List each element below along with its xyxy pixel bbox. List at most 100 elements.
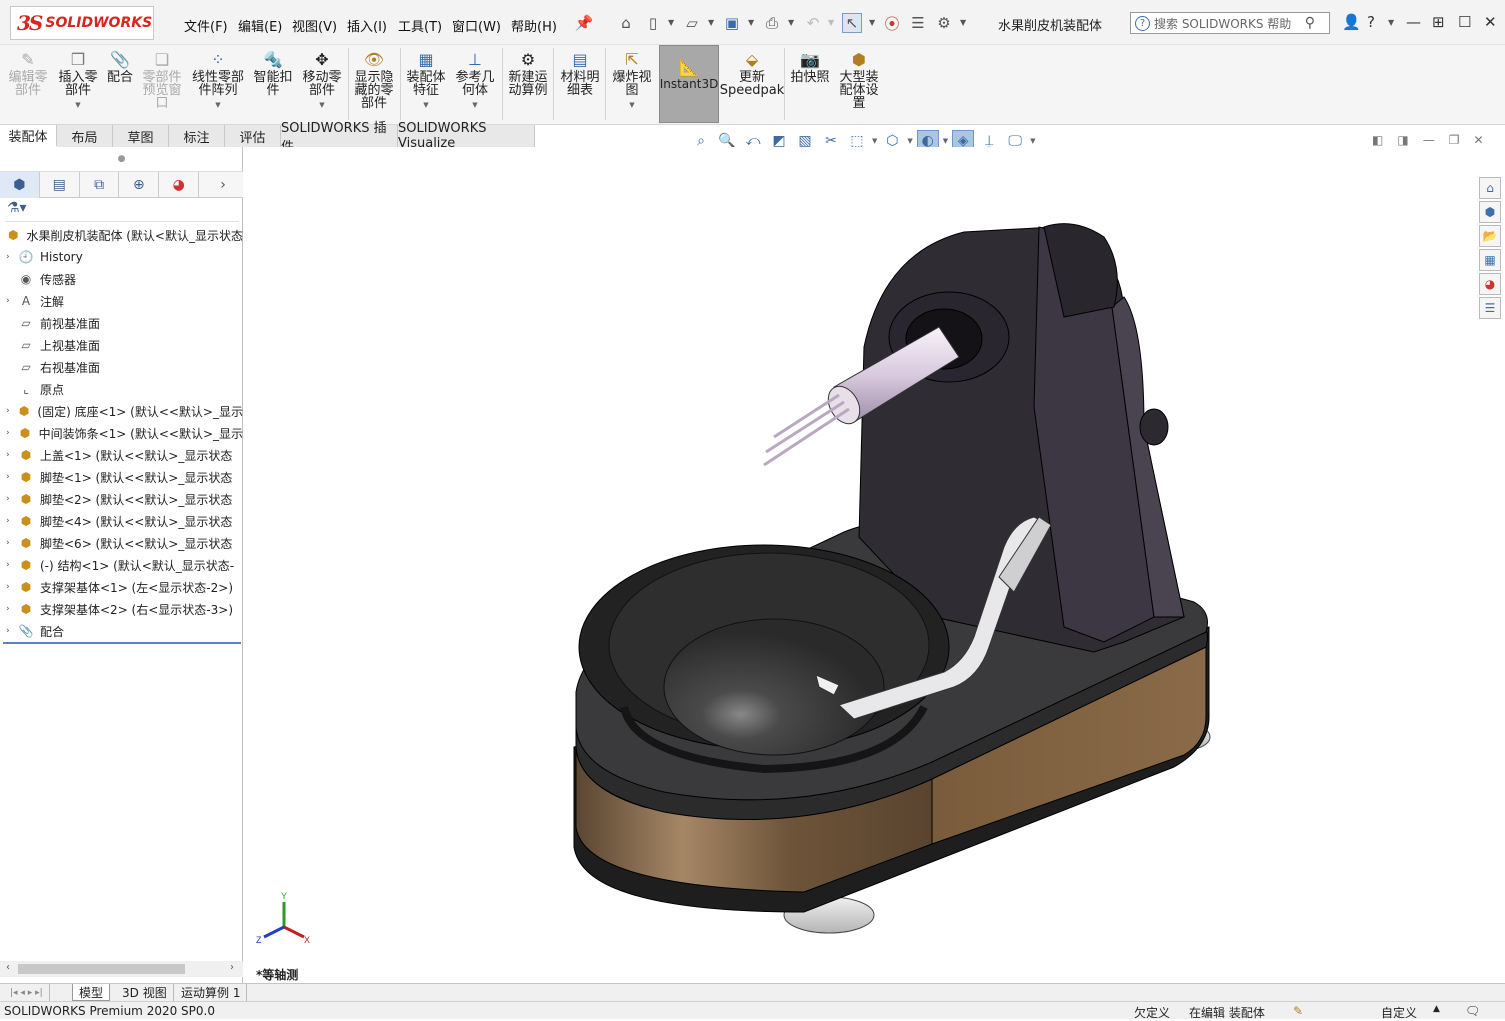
expand-chevron-icon[interactable]: ›	[6, 428, 17, 438]
chevron-down-icon[interactable]: ▼	[472, 99, 477, 112]
tab-markup[interactable]: 标注	[169, 125, 225, 147]
tab-model[interactable]: 模型	[72, 984, 111, 1001]
chevron-down-icon[interactable]: ▼	[1388, 18, 1394, 27]
large-assembly-settings-button[interactable]: ⬢ 大型装 配体设 置	[836, 48, 882, 110]
user-icon[interactable]: 👤	[1342, 13, 1361, 31]
chevron-down-icon[interactable]: ▼	[629, 99, 634, 112]
reference-geometry-button[interactable]: ⊥ 参考几 何体 ▼	[452, 48, 498, 112]
rebuild-traffic-light-icon[interactable]: ⦿	[882, 13, 902, 33]
display-manager-tab-icon[interactable]: ◕	[159, 172, 200, 198]
file-explorer-icon[interactable]: 📂	[1479, 225, 1501, 247]
chevron-down-icon[interactable]: ▼	[869, 18, 875, 27]
exploded-view-button[interactable]: ⇱ 爆炸视 图 ▼	[609, 48, 655, 112]
new-document-icon[interactable]: ▯	[643, 13, 663, 33]
tab-scroll-arrows-icon[interactable]: |◂ ◂ ▸ ▸|	[4, 984, 50, 1001]
rebuild-status-icon[interactable]: ✎	[1293, 1004, 1303, 1018]
tree-item[interactable]: › ⬢ 脚垫<1> (默认<<默认>_显示状态	[0, 466, 243, 488]
assembly-model-render[interactable]: Y X Z	[244, 147, 1505, 983]
feature-manager-tab-icon[interactable]: ⬢	[0, 172, 40, 198]
tab-assembly[interactable]: 装配体	[0, 125, 57, 147]
pin-icon[interactable]: 📌	[574, 13, 594, 33]
home-icon[interactable]: ⌂	[616, 13, 636, 33]
help-search-box[interactable]: ? 搜索 SOLIDWORKS 帮助 ⚲	[1130, 12, 1330, 34]
tree-item[interactable]: ⌞ 原点	[0, 378, 243, 400]
custom-properties-icon[interactable]: ☰	[1479, 297, 1501, 319]
menu-file[interactable]: 文件(F)	[184, 16, 228, 35]
chevron-down-icon[interactable]: ▼	[1030, 137, 1035, 145]
options-gear-icon[interactable]: ⚙	[934, 13, 954, 33]
collapse-right-icon[interactable]: ◨	[1397, 133, 1408, 147]
chevron-down-icon[interactable]: ▼	[75, 99, 80, 112]
chevron-down-icon[interactable]: ▼	[872, 137, 877, 145]
property-manager-tab-icon[interactable]: ▤	[40, 172, 80, 198]
show-hidden-components-button[interactable]: 👁 显示隐 藏的零 部件	[352, 48, 396, 110]
tab-solidworks-addins[interactable]: SOLIDWORKS 插件	[281, 121, 398, 155]
design-library-icon[interactable]: ⬢	[1479, 201, 1501, 223]
help-icon[interactable]: ?	[1367, 13, 1375, 31]
tree-item[interactable]: › ⬢ 中间装饰条<1> (默认<<默认>_显示	[0, 422, 243, 444]
chevron-down-icon[interactable]: ▼	[907, 137, 912, 145]
smart-fasteners-button[interactable]: 🔩 智能扣 件	[252, 48, 294, 97]
scrollbar-thumb[interactable]	[18, 964, 185, 974]
filter-icon[interactable]: ⚗▾	[5, 200, 239, 222]
expand-chevron-icon[interactable]: ›	[6, 406, 17, 416]
view-palette-icon[interactable]: ▦	[1479, 249, 1501, 271]
take-snapshot-button[interactable]: 📷 拍快照	[788, 48, 832, 84]
chevron-down-icon[interactable]: ▼	[943, 137, 948, 145]
expand-chevron-icon[interactable]: ›	[6, 450, 18, 460]
chevron-up-icon[interactable]: ▲	[1433, 1004, 1440, 1014]
update-speedpak-button[interactable]: ⬙ 更新 Speedpak	[720, 48, 785, 97]
chevron-down-icon[interactable]: ▼	[788, 18, 794, 27]
chevron-down-icon[interactable]: ▼	[960, 18, 966, 27]
expand-chevron-icon[interactable]: ›	[6, 494, 18, 504]
chevron-down-icon[interactable]: ▼	[708, 18, 714, 27]
solidworks-resources-icon[interactable]: ⌂	[1479, 177, 1501, 199]
tree-item[interactable]: › ⬢ 支撑架基体<2> (右<显示状态-3>)	[0, 598, 243, 620]
tree-item[interactable]: › ⬢ 支撑架基体<1> (左<显示状态-2>)	[0, 576, 243, 598]
tree-item[interactable]: › ⬢ (固定) 底座<1> (默认<<默认>_显示	[0, 400, 243, 422]
expand-chevron-icon[interactable]: ›	[6, 472, 18, 482]
linear-pattern-button[interactable]: ⁘ 线性零部 件阵列 ▼	[190, 48, 246, 112]
expand-chevron-icon[interactable]: ›	[6, 538, 18, 548]
tree-item[interactable]: › ⬢ 脚垫<4> (默认<<默认>_显示状态	[0, 510, 243, 532]
tree-item[interactable]: › ⬢ 脚垫<2> (默认<<默认>_显示状态	[0, 488, 243, 510]
expand-chevron-icon[interactable]: ›	[6, 296, 18, 306]
panel-splitter[interactable]: ●	[0, 147, 243, 172]
tab-solidworks-visualize[interactable]: SOLIDWORKS Visualize	[398, 121, 535, 151]
search-icon[interactable]: ⚲	[1305, 15, 1315, 31]
menu-window[interactable]: 窗口(W)	[452, 16, 501, 35]
menu-view[interactable]: 视图(V)	[292, 16, 337, 35]
chevron-right-icon[interactable]: ›	[203, 172, 243, 198]
tree-item[interactable]: › 📎 配合	[0, 620, 243, 642]
move-component-button[interactable]: ✥ 移动零 部件 ▼	[300, 48, 344, 112]
insert-components-button[interactable]: ❒ 插入零 部件 ▼	[56, 48, 100, 112]
assembly-features-button[interactable]: ▦ 装配体 特征 ▼	[404, 48, 448, 112]
solidworks-logo[interactable]: 3S SOLIDWORKS	[10, 6, 154, 40]
tree-item[interactable]: ◉ 传感器	[0, 268, 243, 290]
expand-chevron-icon[interactable]: ›	[6, 516, 18, 526]
component-preview-button[interactable]: ❏ 零部件 预览窗 口	[140, 48, 184, 110]
edit-component-button[interactable]: ✎ 编辑零 部件	[8, 48, 48, 97]
new-motion-study-button[interactable]: ⚙ 新建运 动算例	[505, 48, 551, 97]
open-icon[interactable]: ▱	[682, 13, 702, 33]
tab-sketch[interactable]: 草图	[113, 125, 169, 147]
menu-edit[interactable]: 编辑(E)	[238, 16, 282, 35]
tree-item[interactable]: › ⬢ 上盖<1> (默认<<默认>_显示状态	[0, 444, 243, 466]
file-properties-icon[interactable]: ☰	[908, 13, 928, 33]
chevron-down-icon[interactable]: ▼	[215, 99, 220, 112]
chevron-down-icon[interactable]: ▼	[319, 99, 324, 112]
minimize-icon[interactable]: —	[1406, 13, 1421, 31]
appearances-icon[interactable]: ◕	[1479, 273, 1501, 295]
tab-motion-study-1[interactable]: 运动算例 1	[175, 984, 248, 1001]
tree-item[interactable]: ▱ 右视基准面	[0, 356, 243, 378]
tooltip-icon[interactable]: 🗨	[1465, 1004, 1480, 1018]
tree-item[interactable]: › A 注解	[0, 290, 243, 312]
tab-3d-views[interactable]: 3D 视图	[116, 984, 174, 1001]
expand-chevron-icon[interactable]: ›	[6, 604, 18, 614]
chevron-down-icon[interactable]: ▼	[668, 18, 674, 27]
save-icon[interactable]: ▣	[722, 13, 742, 33]
close-icon[interactable]: ✕	[1484, 13, 1497, 31]
expand-chevron-icon[interactable]: ›	[6, 626, 18, 636]
tree-item[interactable]: › ⬢ 脚垫<6> (默认<<默认>_显示状态	[0, 532, 243, 554]
chevron-down-icon[interactable]: ▼	[748, 18, 754, 27]
